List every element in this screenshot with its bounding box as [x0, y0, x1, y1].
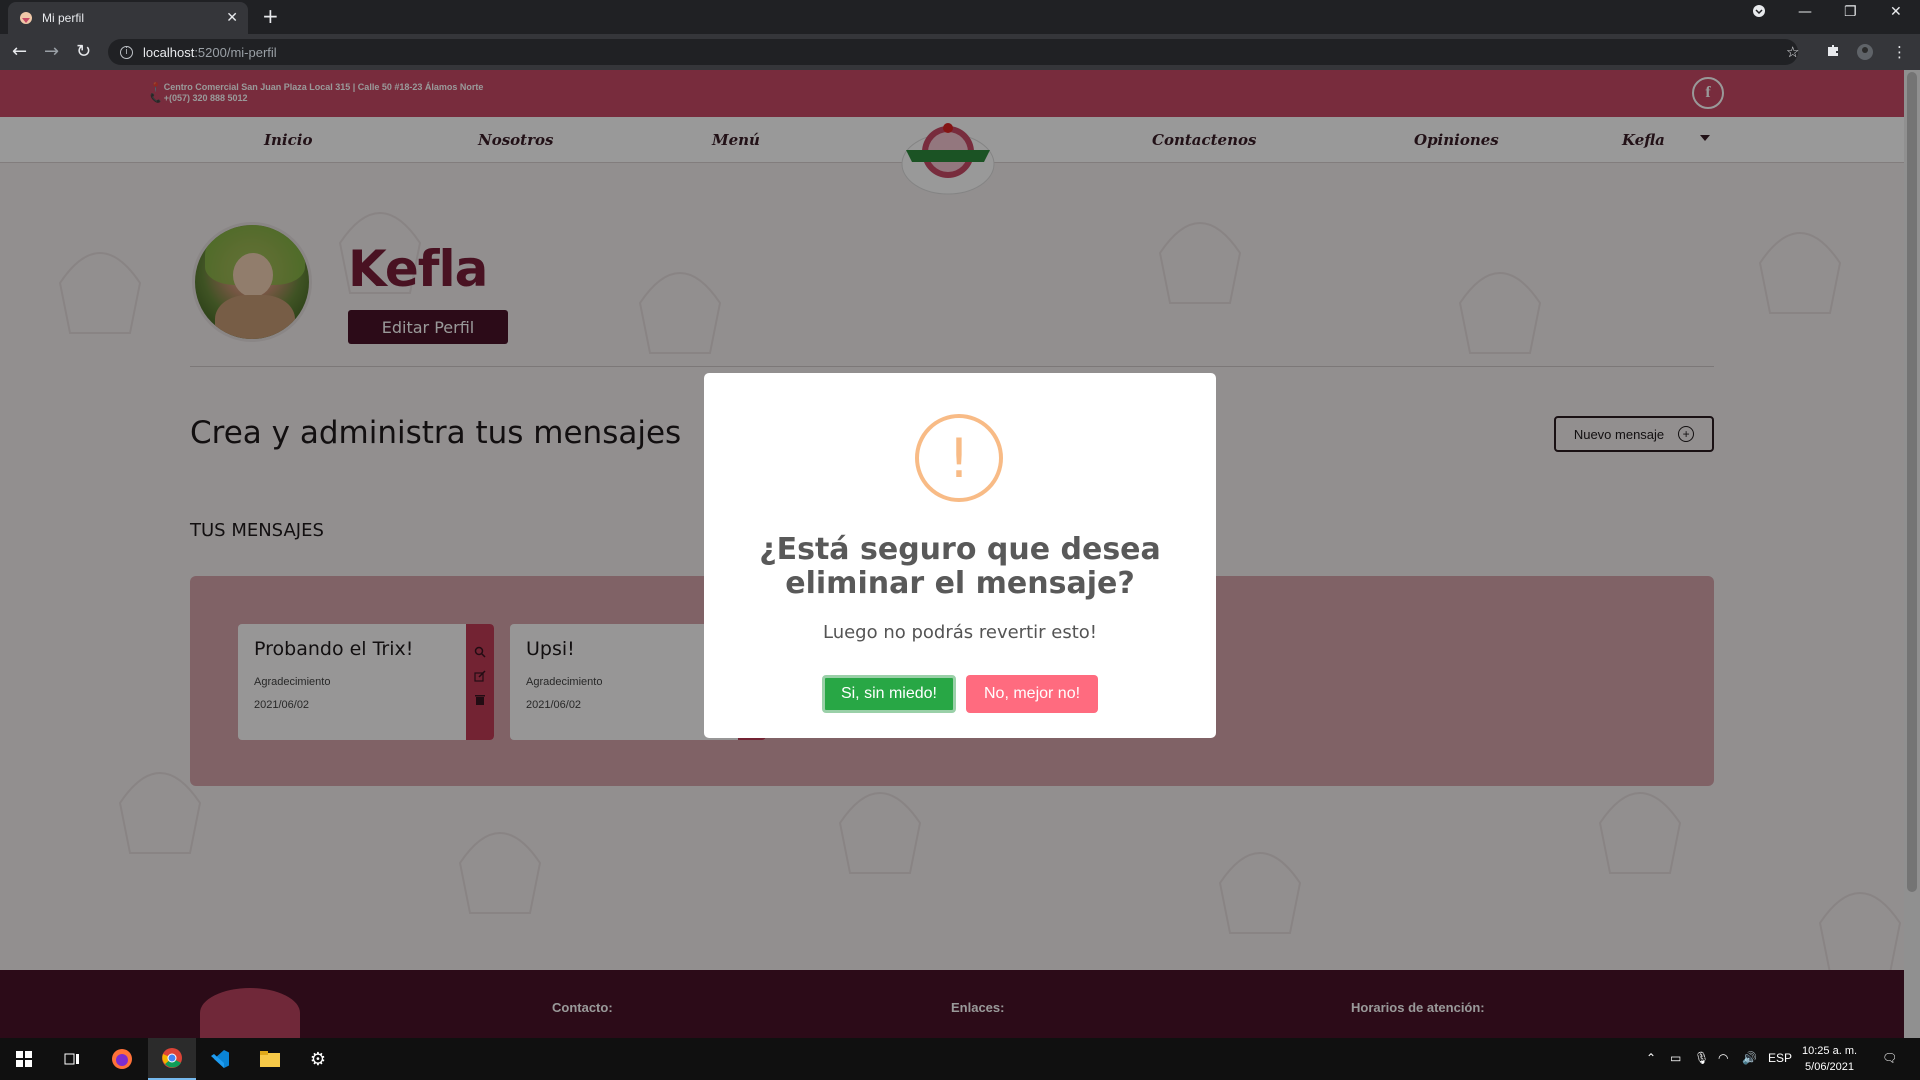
- system-clock[interactable]: 10:25 a. m. 5/06/2021: [1802, 1043, 1857, 1075]
- clock-date: 5/06/2021: [1805, 1061, 1854, 1073]
- browser-tab[interactable]: Mi perfil ✕: [8, 2, 248, 34]
- language-indicator[interactable]: ESP: [1768, 1051, 1792, 1065]
- close-tab-icon[interactable]: ✕: [226, 10, 238, 26]
- settings-gear-icon[interactable]: ⚙: [294, 1038, 342, 1080]
- task-view-icon[interactable]: [48, 1038, 96, 1080]
- confirm-button[interactable]: Si, sin miedo!: [821, 675, 956, 713]
- file-explorer-icon[interactable]: [246, 1038, 294, 1080]
- restore-icon[interactable]: ❐: [1844, 4, 1857, 20]
- firefox-icon[interactable]: [98, 1038, 146, 1080]
- profile-menu-icon[interactable]: [1752, 4, 1766, 22]
- extensions-icon[interactable]: [1826, 43, 1840, 61]
- windows-taskbar: ⚙ ⌃ ▭ 🎙 ◠ 🔊 ESP 10:25 a. m. 5/06/2021 🗨: [0, 1038, 1920, 1080]
- chrome-icon[interactable]: [148, 1038, 196, 1080]
- dialog-text: Luego no podrás revertir esto!: [822, 622, 1098, 643]
- wifi-icon[interactable]: ◠: [1718, 1051, 1728, 1065]
- url-path: :5200/mi-perfil: [194, 44, 277, 60]
- browser-toolbar: ← → ↻ i localhost:5200/mi-perfil ☆ ⋮: [0, 34, 1920, 70]
- chevron-up-icon[interactable]: ⌃: [1646, 1051, 1656, 1065]
- vscode-icon[interactable]: [196, 1038, 244, 1080]
- dialog-title: ¿Está seguro que desea eliminar el mensa…: [759, 532, 1161, 601]
- confirm-delete-dialog: ! ¿Está seguro que desea eliminar el men…: [704, 373, 1216, 738]
- browser-tabbar: Mi perfil ✕ + — ❐ ✕: [0, 0, 1920, 34]
- bookmark-star-icon[interactable]: ☆: [1786, 43, 1799, 61]
- battery-icon[interactable]: ▭: [1670, 1051, 1681, 1065]
- windows-start-icon[interactable]: [0, 1038, 48, 1080]
- browser-menu-icon[interactable]: ⋮: [1892, 43, 1907, 61]
- warning-icon: !: [915, 414, 1003, 502]
- url-host: localhost: [143, 44, 195, 60]
- cancel-button[interactable]: No, mejor no!: [966, 675, 1099, 713]
- new-tab-icon[interactable]: +: [262, 6, 279, 26]
- back-icon[interactable]: ←: [12, 42, 27, 62]
- clock-time: 10:25 a. m.: [1802, 1045, 1858, 1057]
- tab-title: Mi perfil: [42, 11, 85, 25]
- forward-icon[interactable]: →: [44, 42, 59, 62]
- volume-icon[interactable]: 🔊: [1742, 1051, 1757, 1065]
- microphone-icon[interactable]: 🎙: [1694, 1051, 1709, 1065]
- notifications-icon[interactable]: 🗨: [1882, 1051, 1897, 1065]
- minimize-icon[interactable]: —: [1798, 4, 1812, 20]
- reload-icon[interactable]: ↻: [76, 42, 91, 62]
- site-info-icon[interactable]: i: [120, 45, 133, 59]
- site-favicon-icon: [18, 10, 34, 26]
- user-avatar-icon[interactable]: [1856, 43, 1874, 65]
- dialog-actions: Si, sin miedo! No, mejor no!: [704, 675, 1216, 713]
- address-bar[interactable]: i localhost:5200/mi-perfil: [108, 39, 1798, 65]
- close-window-icon[interactable]: ✕: [1890, 4, 1902, 20]
